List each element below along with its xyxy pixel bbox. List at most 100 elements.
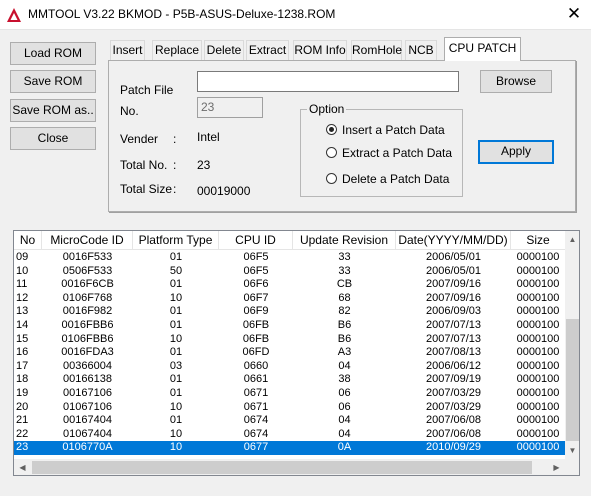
table-cell: 13 bbox=[16, 305, 29, 318]
table-row[interactable]: 17 00366004 03 0660 04 2006/06/12 0000100 bbox=[14, 360, 565, 374]
column-header-cpu-id[interactable]: CPU ID bbox=[219, 231, 293, 250]
no-label: No. bbox=[120, 104, 139, 118]
vertical-scrollbar[interactable]: ▲ ▼ bbox=[565, 231, 579, 459]
patch-file-input[interactable] bbox=[197, 71, 459, 92]
table-cell: 21 bbox=[16, 414, 29, 427]
app-icon bbox=[7, 8, 21, 22]
table-cell: 0A bbox=[337, 441, 352, 454]
column-header-platform-type[interactable]: Platform Type bbox=[133, 231, 219, 250]
table-row[interactable]: 22 01067404 10 0674 04 2007/06/08 0000100 bbox=[14, 428, 565, 442]
scroll-up-arrow-icon[interactable]: ▲ bbox=[565, 231, 579, 248]
table-cell: 0000100 bbox=[516, 373, 560, 386]
table-row[interactable]: 14 0016FBB6 01 06FB B6 2007/07/13 0000100 bbox=[14, 319, 565, 333]
option-group-title: Option bbox=[307, 102, 347, 116]
table-cell: 2010/09/29 bbox=[425, 441, 482, 454]
horizontal-scroll-thumb[interactable] bbox=[32, 461, 532, 474]
scroll-right-arrow-icon[interactable]: ▶ bbox=[548, 459, 565, 475]
tab-delete[interactable]: Delete bbox=[204, 40, 244, 60]
table-row[interactable]: 12 0106F768 10 06F7 68 2007/09/16 0000100 bbox=[14, 292, 565, 306]
table-row[interactable]: 11 0016F6CB 01 06F6 CB 2007/09/16 0000100 bbox=[14, 278, 565, 292]
delete-patch-label[interactable]: Delete a Patch Data bbox=[342, 172, 449, 186]
table-cell: 01 bbox=[169, 305, 183, 318]
table-cell: 06F5 bbox=[243, 251, 269, 263]
column-header-microcode-id[interactable]: MicroCode ID bbox=[42, 231, 133, 250]
total-no-value: 23 bbox=[197, 158, 211, 172]
horizontal-scrollbar[interactable]: ◀ ▶ bbox=[14, 459, 565, 475]
table-cell: 01 bbox=[169, 346, 183, 359]
table-cell: 17 bbox=[16, 359, 29, 372]
close-window-button[interactable]: ✕ bbox=[562, 3, 586, 25]
column-header-size[interactable]: Size bbox=[511, 231, 565, 250]
tab-insert[interactable]: Insert bbox=[110, 40, 145, 60]
table-row[interactable]: 16 0016FDA3 01 06FD A3 2007/08/13 0000100 bbox=[14, 346, 565, 360]
table-row[interactable]: 19 00167106 01 0671 06 2007/03/29 0000100 bbox=[14, 387, 565, 401]
table-cell: 06FB bbox=[242, 319, 270, 331]
table-cell: 18 bbox=[16, 373, 29, 386]
table-cell: 01067404 bbox=[63, 427, 112, 440]
table-row[interactable]: 13 0016F982 01 06F9 82 2006/09/03 0000100 bbox=[14, 305, 565, 319]
column-header-no[interactable]: No bbox=[14, 231, 42, 250]
extract-patch-label[interactable]: Extract a Patch Data bbox=[342, 146, 452, 160]
scroll-left-arrow-icon[interactable]: ◀ bbox=[14, 459, 31, 475]
close-rom-button[interactable]: Close bbox=[10, 127, 96, 150]
table-cell: 2007/08/13 bbox=[425, 346, 482, 359]
table-cell: 01 bbox=[169, 387, 183, 399]
table-cell: 2007/03/29 bbox=[425, 400, 482, 413]
table-cell: 0506F533 bbox=[62, 264, 113, 277]
vender-colon: : bbox=[173, 132, 177, 146]
table-row[interactable]: 10 0506F533 50 06F5 33 2006/05/01 0000100 bbox=[14, 265, 565, 279]
browse-button[interactable]: Browse bbox=[480, 70, 552, 93]
vertical-scroll-thumb[interactable] bbox=[566, 319, 579, 441]
microcode-list[interactable]: No MicroCode ID Platform Type CPU ID Upd… bbox=[13, 230, 580, 476]
table-row[interactable]: 23 0106770A 10 0677 0A 2010/09/29 0000100 bbox=[14, 441, 565, 455]
table-cell: 2007/07/13 bbox=[425, 332, 482, 345]
table-cell: 2007/06/08 bbox=[425, 414, 482, 427]
scroll-down-arrow-icon[interactable]: ▼ bbox=[565, 442, 579, 459]
table-cell: 2007/07/13 bbox=[425, 319, 482, 331]
table-cell: 10 bbox=[169, 441, 183, 454]
save-rom-as-button[interactable]: Save ROM as.. bbox=[10, 99, 96, 122]
table-cell: 20 bbox=[16, 400, 29, 413]
tab-cpu-patch[interactable]: CPU PATCH bbox=[444, 37, 521, 61]
table-cell: 0000100 bbox=[516, 332, 560, 345]
table-row[interactable]: 18 00166138 01 0661 38 2007/09/19 0000100 bbox=[14, 373, 565, 387]
tab-extract[interactable]: Extract bbox=[246, 40, 289, 60]
load-rom-button[interactable]: Load ROM bbox=[10, 42, 96, 65]
table-row[interactable]: 20 01067106 10 0671 06 2007/03/29 0000100 bbox=[14, 401, 565, 415]
table-cell: 2007/09/16 bbox=[425, 291, 482, 304]
table-row[interactable]: 15 0106FBB6 10 06FB B6 2007/07/13 0000100 bbox=[14, 333, 565, 347]
table-cell: 12 bbox=[16, 291, 29, 304]
tab-romhole[interactable]: RomHole bbox=[351, 40, 402, 60]
insert-patch-label[interactable]: Insert a Patch Data bbox=[342, 123, 445, 137]
table-cell: 00366004 bbox=[63, 359, 112, 372]
tab-ncb[interactable]: NCB bbox=[405, 40, 437, 60]
table-cell: 00166138 bbox=[63, 373, 112, 386]
table-cell: 38 bbox=[338, 373, 351, 386]
table-cell: 50 bbox=[169, 264, 183, 277]
table-cell: 0674 bbox=[243, 427, 269, 440]
save-rom-button[interactable]: Save ROM bbox=[10, 70, 96, 93]
table-cell: 0000100 bbox=[516, 346, 560, 359]
column-header-update-revision[interactable]: Update Revision bbox=[293, 231, 396, 250]
table-cell: 2007/03/29 bbox=[425, 387, 482, 399]
extract-patch-radio[interactable] bbox=[326, 147, 337, 158]
window-title: MMTOOL V3.22 BKMOD - P5B-ASUS-Deluxe-123… bbox=[28, 7, 336, 21]
tab-rom-info[interactable]: ROM Info bbox=[293, 40, 347, 60]
insert-patch-radio[interactable] bbox=[326, 124, 337, 135]
title-bar[interactable]: MMTOOL V3.22 BKMOD - P5B-ASUS-Deluxe-123… bbox=[0, 0, 591, 30]
apply-button[interactable]: Apply bbox=[478, 140, 554, 164]
delete-patch-radio[interactable] bbox=[326, 173, 337, 184]
table-cell: 00167404 bbox=[63, 414, 112, 427]
table-cell: 2006/05/01 bbox=[425, 251, 482, 263]
column-header-date[interactable]: Date(YYYY/MM/DD) bbox=[396, 231, 511, 250]
table-cell: 0660 bbox=[243, 359, 269, 372]
table-row[interactable]: 09 0016F533 01 06F5 33 2006/05/01 0000100 bbox=[14, 251, 565, 265]
table-cell: 0016FDA3 bbox=[61, 346, 114, 359]
table-cell: 15 bbox=[16, 332, 29, 345]
tab-replace[interactable]: Replace bbox=[152, 40, 202, 60]
table-cell: 06F7 bbox=[243, 291, 269, 304]
table-cell: 10 bbox=[169, 332, 183, 345]
table-cell: 22 bbox=[16, 427, 29, 440]
table-cell: 06 bbox=[338, 400, 351, 413]
table-row[interactable]: 21 00167404 01 0674 04 2007/06/08 0000100 bbox=[14, 414, 565, 428]
